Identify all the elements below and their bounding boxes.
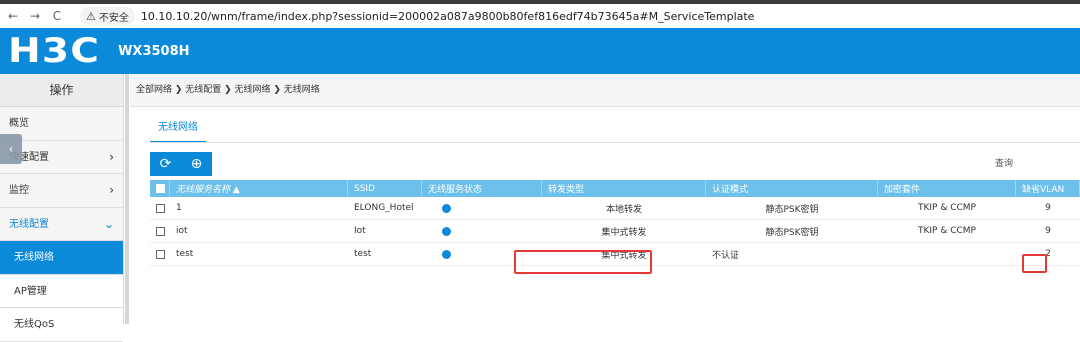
cell-auth-mode: 不认证 bbox=[712, 250, 740, 261]
sidebar-item-label: 无线配置 bbox=[9, 218, 49, 230]
column-header-default-vlan[interactable]: 缺省VLAN bbox=[1016, 180, 1080, 197]
security-label: 不安全 bbox=[98, 12, 129, 24]
sidebar-item-wireless-network[interactable]: 无线网络 bbox=[0, 241, 123, 275]
forward-icon[interactable]: → bbox=[26, 9, 44, 23]
row-checkbox[interactable] bbox=[156, 249, 165, 259]
add-icon[interactable]: ⊕ bbox=[185, 156, 209, 172]
refresh-icon[interactable]: ⟳ bbox=[154, 156, 178, 172]
row-checkbox-cell bbox=[150, 197, 170, 219]
tab-wireless-network[interactable]: 无线网络 bbox=[150, 119, 206, 143]
cell-ssid: ELONG_Hotel bbox=[354, 203, 414, 213]
url-field[interactable]: 10.10.10.20/wnm/frame/index.php?sessioni… bbox=[141, 10, 755, 23]
status-dot-icon bbox=[442, 203, 451, 213]
cell-default-vlan: 9 bbox=[1045, 226, 1051, 236]
row-checkbox-cell bbox=[150, 220, 170, 242]
select-all-checkbox[interactable] bbox=[156, 184, 165, 193]
header-checkbox-cell bbox=[150, 180, 170, 197]
sidebar-item-label: 无线网络 bbox=[14, 252, 54, 263]
column-header-cipher[interactable]: 加密套件 bbox=[878, 180, 1016, 197]
cell-default-vlan: 9 bbox=[1045, 203, 1051, 213]
chevron-right-icon: › bbox=[109, 183, 114, 197]
forward-type-highlight-box bbox=[514, 250, 652, 274]
warning-icon: ⚠ bbox=[86, 9, 96, 23]
breadcrumb: 全部网络 ❯ 无线配置 ❯ 无线网络 ❯ 无线网络 bbox=[130, 74, 1080, 107]
table-row[interactable]: iot Iot 集中式转发 静态PSK密钥 TKIP & CCMP 9 bbox=[150, 220, 1080, 243]
cell-auth-mode: 静态PSK密钥 bbox=[765, 227, 819, 238]
panel-splitter[interactable] bbox=[125, 74, 129, 324]
column-header-auth-mode[interactable]: 认证模式 bbox=[706, 180, 878, 197]
tab-divider bbox=[150, 142, 1080, 143]
tab-bar: 无线网络 bbox=[150, 119, 206, 143]
row-checkbox-cell bbox=[150, 243, 170, 265]
cell-name: iot bbox=[176, 226, 188, 236]
sidebar-collapse-button[interactable]: ‹ bbox=[0, 134, 22, 164]
sidebar: 操作 概览 快速配置 › 监控 › 无线配置 ⌄ 无线网络 AP管理 无线QoS… bbox=[0, 74, 124, 342]
row-checkbox[interactable] bbox=[156, 203, 165, 213]
table-row[interactable]: 1 ELONG_Hotel 本地转发 静态PSK密钥 TKIP & CCMP 9 bbox=[150, 197, 1080, 220]
chevron-down-icon: ⌄ bbox=[103, 216, 114, 231]
sidebar-item-monitor[interactable]: 监控 › bbox=[0, 174, 123, 208]
status-dot-icon bbox=[442, 226, 451, 236]
column-header-name[interactable]: 无线服务名称 ▲ bbox=[170, 180, 348, 197]
cell-ssid: Iot bbox=[354, 226, 366, 236]
table-toolbar: ⟳ ⊕ bbox=[150, 152, 212, 176]
cell-name: 1 bbox=[176, 203, 182, 213]
cell-forward-type: 集中式转发 bbox=[601, 227, 647, 238]
sidebar-item-ap-management[interactable]: AP管理 bbox=[0, 274, 123, 308]
sidebar-item-wireless-qos[interactable]: 无线QoS bbox=[0, 308, 123, 342]
cell-cipher bbox=[878, 243, 1016, 265]
device-model: WX3508H bbox=[118, 43, 190, 59]
sidebar-title: 操作 bbox=[0, 74, 123, 107]
cell-auth-mode: 静态PSK密钥 bbox=[765, 204, 819, 215]
cell-cipher: TKIP & CCMP bbox=[918, 226, 976, 236]
app-header: H3C WX3508H bbox=[0, 28, 1080, 74]
security-indicator[interactable]: ⚠ 不安全 bbox=[80, 7, 135, 25]
cell-name: test bbox=[176, 249, 194, 259]
sidebar-item-label: 监控 bbox=[9, 185, 29, 196]
status-dot-icon bbox=[442, 249, 451, 259]
row-checkbox[interactable] bbox=[156, 226, 165, 236]
h3c-logo: H3C bbox=[8, 31, 101, 71]
sidebar-item-label: 无线QoS bbox=[14, 319, 55, 330]
sidebar-item-wireless-config[interactable]: 无线配置 ⌄ bbox=[0, 208, 123, 241]
cell-status bbox=[422, 220, 542, 242]
search-input[interactable]: 查询 bbox=[990, 154, 1080, 174]
cell-status bbox=[422, 197, 542, 219]
browser-address-bar: ← → C ⚠ 不安全 10.10.10.20/wnm/frame/index.… bbox=[0, 4, 1080, 28]
column-header-forward-type[interactable]: 转发类型 bbox=[542, 180, 706, 197]
back-icon[interactable]: ← bbox=[4, 9, 22, 23]
table-header-row: 无线服务名称 ▲ SSID 无线服务状态 转发类型 认证模式 加密套件 缺省VL… bbox=[150, 180, 1080, 197]
cell-cipher: TKIP & CCMP bbox=[918, 203, 976, 213]
sidebar-item-label: AP管理 bbox=[14, 285, 47, 297]
main-content: 全部网络 ❯ 无线配置 ❯ 无线网络 ❯ 无线网络 无线网络 ⟳ ⊕ 查询 无线… bbox=[130, 74, 1080, 324]
column-header-ssid[interactable]: SSID bbox=[348, 180, 422, 197]
sidebar-item-label: 概览 bbox=[9, 118, 29, 129]
cell-ssid: test bbox=[354, 249, 372, 259]
column-header-status[interactable]: 无线服务状态 bbox=[422, 180, 542, 197]
reload-icon[interactable]: C bbox=[48, 9, 66, 23]
cell-forward-type: 本地转发 bbox=[605, 204, 642, 215]
chevron-right-icon: › bbox=[109, 149, 114, 164]
vlan-highlight-box bbox=[1022, 254, 1047, 273]
